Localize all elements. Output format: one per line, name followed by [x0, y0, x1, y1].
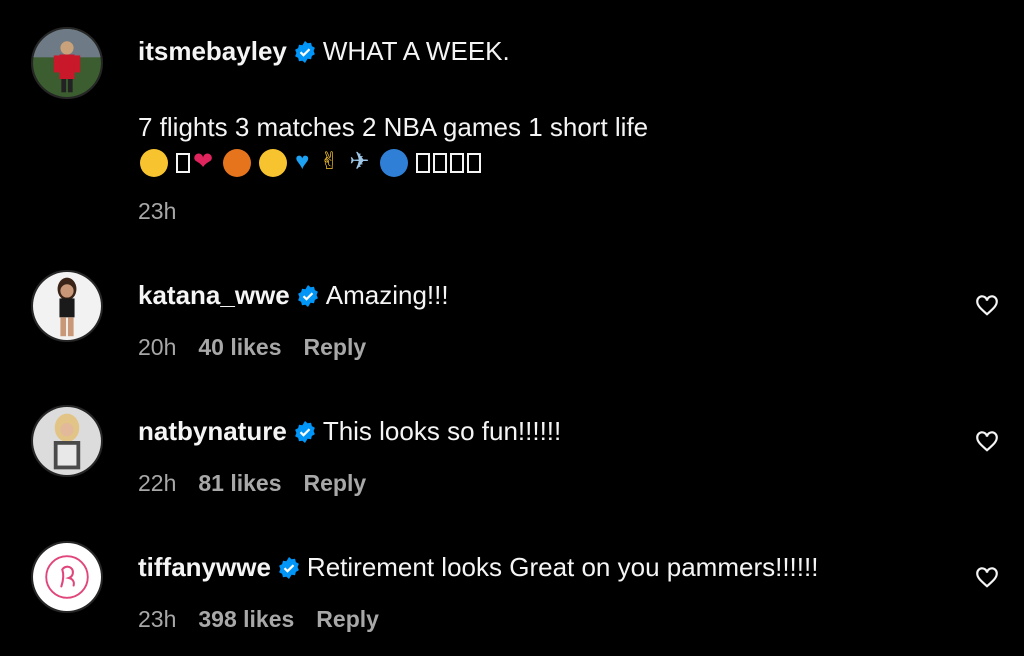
- crying-emoji-icon: [259, 148, 288, 177]
- reply-button[interactable]: Reply: [316, 606, 379, 632]
- comment-meta: 20h 40 likes Reply: [138, 334, 388, 361]
- avatar-itsmebayley[interactable]: [31, 27, 103, 99]
- comment-text: Amazing!!!: [325, 280, 449, 310]
- likes-count[interactable]: 81 likes: [198, 470, 281, 496]
- verified-badge-icon: [294, 421, 315, 443]
- missing-glyph-icon: [466, 152, 481, 173]
- timestamp: 23h: [138, 606, 177, 632]
- comment-text: This looks so fun!!!!!!: [322, 416, 562, 446]
- red-heart-emoji-icon: ❤: [193, 148, 216, 175]
- avatar-tiffanywwe[interactable]: [31, 541, 103, 613]
- likes-count[interactable]: 40 likes: [198, 334, 281, 360]
- airplane-emoji-icon: ✈: [349, 148, 372, 175]
- verified-badge-icon: [294, 41, 315, 63]
- heart-outline-icon[interactable]: [974, 292, 1000, 318]
- comment-line: tiffanywwe Retirement looks Great on you …: [138, 551, 818, 583]
- heart-outline-icon[interactable]: [974, 564, 1000, 590]
- avatar-natbynature[interactable]: [31, 405, 103, 477]
- comment-line: katana_wwe Amazing!!!: [138, 279, 449, 311]
- username[interactable]: natbynature: [138, 416, 287, 446]
- caption-line: itsmebayley WHAT A WEEK.: [138, 35, 510, 67]
- reply-button[interactable]: Reply: [304, 470, 367, 496]
- missing-glyph-icon: [432, 152, 447, 173]
- username[interactable]: tiffanywwe: [138, 552, 271, 582]
- comment-meta: 23h 398 likes Reply: [138, 606, 401, 633]
- username[interactable]: itsmebayley: [138, 36, 287, 66]
- globe-emoji-icon: [379, 148, 408, 177]
- heart-eyes-emoji-icon: [140, 148, 168, 177]
- verified-badge-icon: [279, 557, 299, 579]
- avatar-katana-wwe[interactable]: [31, 270, 103, 342]
- heart-outline-icon[interactable]: [974, 428, 1000, 454]
- missing-glyph-icon: [449, 152, 464, 173]
- caption-meta: 23h: [138, 198, 198, 225]
- victory-hand-emoji-icon: ✌: [319, 148, 342, 175]
- comment-line: natbynature This looks so fun!!!!!!: [138, 415, 561, 447]
- avatar-image: [33, 543, 101, 611]
- caption-title: WHAT A WEEK.: [322, 36, 510, 66]
- timestamp: 23h: [138, 198, 177, 224]
- comment-meta: 22h 81 likes Reply: [138, 470, 388, 497]
- timestamp: 20h: [138, 334, 177, 360]
- comment-text: Retirement looks Great on you pammers!!!…: [306, 552, 819, 582]
- missing-glyph-icon: [415, 152, 430, 173]
- avatar-image: [33, 407, 101, 475]
- caption-body: 7 flights 3 matches 2 NBA games 1 short …: [138, 112, 649, 142]
- basketball-emoji-icon: [223, 148, 252, 177]
- reply-button[interactable]: Reply: [304, 334, 367, 360]
- likes-count[interactable]: 398 likes: [198, 606, 294, 632]
- username[interactable]: katana_wwe: [138, 280, 290, 310]
- avatar-image: [33, 29, 101, 97]
- emoji-row: ❤ ♥ ✌ ✈: [140, 147, 484, 177]
- verified-badge-icon: [297, 285, 318, 307]
- timestamp: 22h: [138, 470, 177, 496]
- missing-glyph-icon: [176, 152, 190, 173]
- avatar-image: [33, 272, 101, 340]
- blue-heart-emoji-icon: ♥: [295, 148, 312, 175]
